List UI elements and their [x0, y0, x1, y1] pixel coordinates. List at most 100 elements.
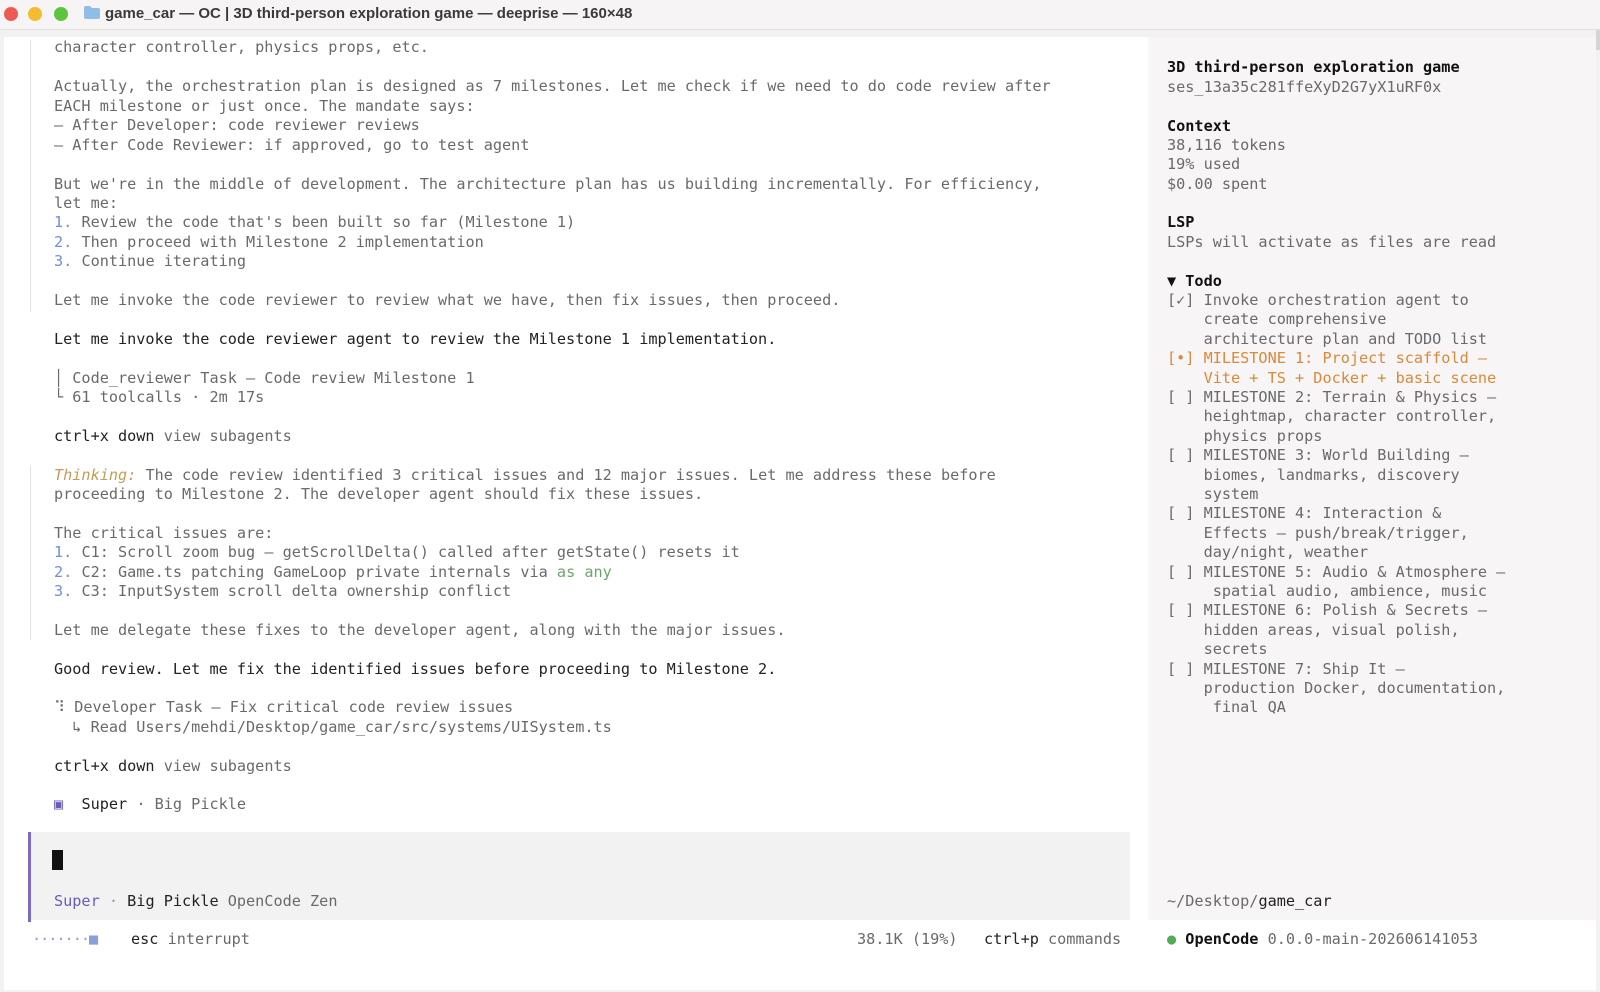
shortcut-key: ctrl+p: [984, 930, 1039, 948]
app-version-text: 0.0.0-main-202606141053: [1258, 930, 1478, 948]
todo-item: production Docker, documentation,: [1167, 679, 1506, 697]
inline-code: as any: [556, 563, 612, 581]
list-text: C1: Scroll zoom bug — getScrollDelta() c…: [72, 543, 740, 561]
list-number: 3.: [54, 582, 73, 600]
list-number: 2.: [54, 233, 73, 251]
transcript-line: – After Developer: code reviewer reviews: [54, 116, 420, 134]
close-window-button[interactable]: [4, 7, 18, 21]
list-text: C3: InputSystem scroll delta ownership c…: [72, 582, 512, 600]
todo-item: biomes, landmarks, discovery: [1167, 465, 1460, 484]
list-item: 2. Then proceed with Milestone 2 impleme…: [54, 233, 484, 253]
list-text: Then proceed with Milestone 2 implementa…: [72, 233, 484, 251]
todo-item: [•] MILESTONE 1: Project scaffold –: [1167, 349, 1488, 368]
shortcut-label: interrupt: [158, 930, 250, 948]
shortcut-label: commands: [1038, 930, 1122, 948]
prompt-provider: OpenCode Zen: [218, 892, 338, 910]
todo-item: [ ] MILESTONE 6: Polish & Secrets –: [1167, 601, 1488, 620]
shortcut-label: view subagents: [154, 427, 292, 445]
list-item: 1. C1: Scroll zoom bug — getScrollDelta(…: [54, 543, 740, 563]
subagent-task[interactable]: ⠹ Developer Task — Fix critical code rev…: [54, 698, 513, 718]
transcript-line: EACH milestone or just once. The mandate…: [54, 97, 475, 115]
folder-icon: [84, 6, 100, 19]
prompt-model[interactable]: Big Pickle: [127, 892, 218, 910]
thinking-label: Thinking:: [54, 466, 137, 484]
todo-item: [ ] MILESTONE 3: World Building –: [1167, 446, 1469, 465]
todo-toggle[interactable]: ▼ Todo: [1167, 272, 1222, 292]
prompt-mode[interactable]: Super: [54, 892, 100, 910]
agent-square-icon: ▣: [54, 795, 64, 813]
prompt-separator: ·: [99, 892, 128, 910]
view-subagents-hint[interactable]: ctrl+x down view subagents: [54, 427, 292, 447]
project-path: ~/Desktop/game_car: [1167, 892, 1332, 912]
transcript-line: character controller, physics props, etc…: [54, 38, 429, 56]
todo-item: [ ] MILESTONE 5: Audio & Atmosphere –: [1167, 562, 1506, 581]
context-heading: Context: [1167, 117, 1232, 135]
commands-hint[interactable]: ctrl+p commands: [984, 930, 1121, 950]
session-title: 3D third-person exploration game: [1167, 58, 1460, 76]
list-number: 1.: [54, 213, 73, 231]
thinking-text: The code review identified 3 critical is…: [136, 466, 996, 484]
subagent-task-activity: ↳ Read Users/mehdi/Desktop/game_car/src/…: [54, 718, 612, 736]
transcript-line: let me:: [54, 194, 119, 212]
list-text: Continue iterating: [72, 252, 247, 270]
thinking-rule: [30, 466, 31, 640]
list-text: Review the code that's been built so far…: [72, 213, 576, 231]
context-tokens: 38,116 tokens: [1167, 136, 1286, 154]
app-version: ● OpenCode 0.0.0-main-202606141053: [1167, 930, 1478, 950]
progress-spinner: ·······■: [32, 930, 98, 948]
todo-item: day/night, weather: [1167, 543, 1369, 562]
shortcut-key: ctrl+x down: [54, 427, 155, 445]
shortcut-key: esc: [131, 930, 159, 948]
list-number: 2.: [54, 563, 73, 581]
title-bar: game_car — OC | 3D third-person explorat…: [0, 0, 1600, 30]
list-item: 2. C2: Game.ts patching GameLoop private…: [54, 563, 612, 583]
list-number: 1.: [54, 543, 73, 561]
context-spent: $0.00 spent: [1167, 175, 1268, 193]
transcript-line: – After Code Reviewer: if approved, go t…: [54, 136, 530, 154]
scrollbar-thumb[interactable]: [1596, 30, 1600, 50]
todo-item: secrets: [1167, 640, 1268, 659]
lsp-heading: LSP: [1167, 213, 1195, 231]
todo-item: Vite + TS + Docker + basic scene: [1167, 368, 1497, 387]
transcript-line: Let me invoke the code reviewer to revie…: [54, 291, 841, 309]
thinking-line: proceeding to Milestone 2. The developer…: [54, 485, 704, 503]
list-item: 3. Continue iterating: [54, 252, 246, 272]
context-usage: 38.1K (19%): [857, 930, 958, 948]
session-id: ses_13a35c281ffeXyD2G7yX1uRF0x: [1167, 78, 1442, 96]
todo-item: system: [1167, 485, 1259, 503]
todo-item: Effects – push/break/trigger,: [1167, 523, 1469, 542]
todo-item: architecture plan and TODO list: [1167, 329, 1488, 348]
agent-indicator: ▣ Super · Big Pickle: [54, 795, 246, 815]
agent-name: Super: [63, 795, 128, 813]
zoom-window-button[interactable]: [54, 7, 68, 21]
app-name: OpenCode: [1176, 930, 1259, 948]
interrupt-hint[interactable]: esc interrupt: [131, 930, 250, 950]
transcript-line: But we're in the middle of development. …: [54, 175, 1042, 193]
thinking-rule: [30, 40, 31, 312]
todo-item: create comprehensive: [1167, 310, 1387, 329]
todo-item: [ ] MILESTONE 2: Terrain & Physics –: [1167, 388, 1497, 406]
todo-item: spatial audio, ambience, music: [1167, 582, 1488, 600]
thinking-line: Thinking: The code review identified 3 c…: [54, 466, 996, 486]
transcript-line: The critical issues are:: [54, 524, 274, 542]
list-item: 1. Review the code that's been built so …: [54, 213, 575, 233]
subagent-task[interactable]: │ Code_reviewer Task — Code review Miles…: [54, 369, 475, 389]
todo-item: final QA: [1167, 698, 1286, 717]
prompt-mode-line[interactable]: Super · Big Pickle OpenCode Zen: [54, 892, 337, 912]
assistant-message: Good review. Let me fix the identified i…: [54, 660, 777, 678]
prompt-accent-bar: [28, 832, 31, 922]
todo-item: physics props: [1167, 426, 1323, 445]
agent-model: · Big Pickle: [127, 795, 247, 813]
subagent-task-stats: └ 61 toolcalls · 2m 17s: [54, 388, 265, 406]
minimize-window-button[interactable]: [28, 7, 42, 21]
path-directory: game_car: [1258, 892, 1332, 910]
todo-item: [✓] Invoke orchestration agent to: [1167, 291, 1469, 309]
assistant-message: Let me invoke the code reviewer agent to…: [54, 330, 777, 348]
list-item: 3. C3: InputSystem scroll delta ownershi…: [54, 582, 511, 602]
window-title: game_car — OC | 3D third-person explorat…: [105, 5, 633, 22]
view-subagents-hint[interactable]: ctrl+x down view subagents: [54, 757, 292, 777]
list-number: 3.: [54, 252, 73, 270]
todo-item: hidden areas, visual polish,: [1167, 620, 1460, 639]
lsp-status: LSPs will activate as files are read: [1167, 233, 1497, 251]
transcript-line: Actually, the orchestration plan is desi…: [54, 77, 1051, 95]
